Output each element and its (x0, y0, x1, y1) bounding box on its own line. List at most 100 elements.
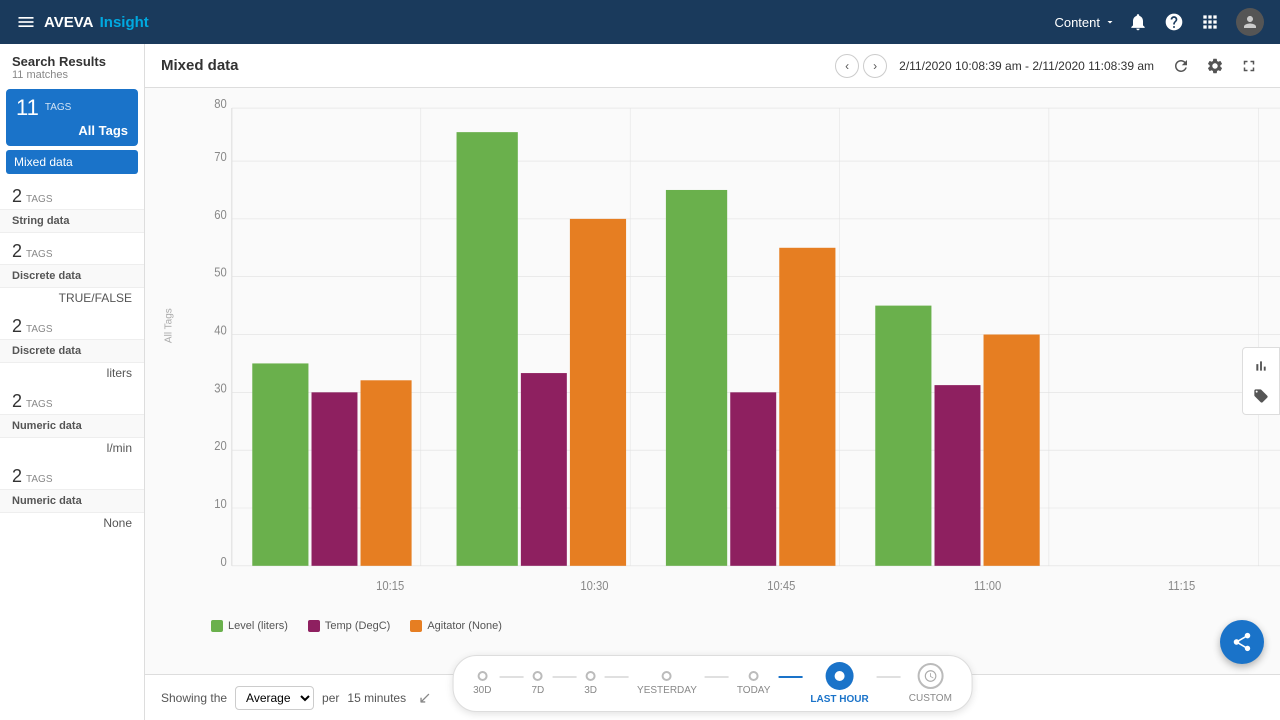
lmin-count: 2 (12, 391, 22, 412)
chart-area: All Tags 0 10 20 30 40 50 (145, 88, 1280, 674)
trs-last-hour-inner (835, 671, 845, 681)
bar-group3-orange (779, 248, 835, 566)
trs-yesterday[interactable]: YESTERDAY (629, 669, 705, 698)
legend-agitator: Agitator (None) (410, 620, 502, 632)
legend-temp: Temp (DegC) (308, 620, 390, 632)
trs-line-4 (705, 676, 729, 678)
sidebar-group-none: 2 TAGS Numeric data None (0, 462, 144, 533)
bar-group3-red (730, 392, 776, 565)
refresh-button[interactable] (1166, 51, 1196, 81)
main-layout: Search Results 11 matches 11 TAGS All Ta… (0, 44, 1280, 720)
grid-icon[interactable] (1200, 12, 1220, 32)
trs-line-6 (877, 676, 901, 678)
legend-temp-label: Temp (DegC) (325, 620, 390, 632)
page-title: Mixed data (161, 57, 239, 74)
none-count: 2 (12, 466, 22, 487)
svg-text:11:00: 11:00 (974, 578, 1001, 593)
legend-temp-color (308, 620, 320, 632)
trs-line-3 (605, 676, 629, 678)
trs-custom[interactable]: CUSTOM (901, 661, 960, 706)
none-group-header: 2 TAGS (0, 462, 144, 489)
trs-today[interactable]: TODAY (729, 669, 779, 698)
svg-text:10:45: 10:45 (767, 578, 795, 593)
trs-7d[interactable]: 7D (523, 669, 552, 698)
bar-group3-green (666, 190, 727, 566)
bar-group2-green (457, 132, 518, 566)
brand-name: AVEVA Insight (44, 14, 149, 31)
none-tag-label: TAGS (26, 474, 52, 485)
sidebar: Search Results 11 matches 11 TAGS All Ta… (0, 44, 145, 720)
mixed-data-item[interactable]: Mixed data (6, 150, 138, 174)
all-tags-block[interactable]: 11 TAGS All Tags (6, 89, 138, 146)
settings-icon (1206, 57, 1224, 75)
svg-text:70: 70 (214, 149, 227, 164)
sidebar-group-liters: 2 TAGS Discrete data liters (0, 312, 144, 383)
legend-level-label: Level (liters) (228, 620, 288, 632)
svg-text:30: 30 (214, 380, 227, 395)
trs-custom-label: CUSTOM (909, 693, 952, 704)
bar-group4-green (875, 306, 931, 566)
showing-label: Showing the (161, 691, 227, 705)
trs-last-hour-dot (826, 662, 854, 690)
trs-line-5 (778, 676, 802, 678)
svg-text:10:15: 10:15 (376, 578, 404, 593)
help-icon[interactable] (1164, 12, 1184, 32)
lmin-tag-label: TAGS (26, 399, 52, 410)
truefalse-group-header: 2 TAGS (0, 237, 144, 264)
sidebar-search-title: Search Results (12, 54, 132, 69)
bar-group4-red (935, 385, 981, 566)
time-forward-button[interactable]: › (863, 54, 887, 78)
sidebar-header: Search Results 11 matches (0, 44, 144, 85)
svg-text:11:15: 11:15 (1168, 578, 1195, 593)
truefalse-item[interactable]: TRUE/FALSE (0, 288, 144, 308)
menu-icon[interactable] (16, 12, 36, 32)
lmin-group-header: 2 TAGS (0, 387, 144, 414)
expand-icon (1240, 57, 1258, 75)
avatar[interactable] (1236, 8, 1264, 36)
bar-group2-orange (570, 219, 626, 566)
brand-logo: AVEVA Insight (16, 12, 1042, 32)
main-content: Mixed data ‹ › 2/11/2020 10:08:39 am - 2… (145, 44, 1280, 720)
tag-icon (1253, 388, 1269, 404)
toolbar: ‹ › 2/11/2020 10:08:39 am - 2/11/2020 11… (835, 51, 1264, 81)
trs-line-2 (552, 676, 576, 678)
legend-level-color (211, 620, 223, 632)
svg-text:80: 80 (214, 96, 227, 111)
top-navigation: AVEVA Insight Content (0, 0, 1280, 44)
y-axis-label: All Tags (164, 308, 175, 343)
trs-7d-label: 7D (531, 685, 544, 696)
trs-last-hour[interactable]: LAST HOUR (802, 660, 876, 707)
chart-container: All Tags 0 10 20 30 40 50 (191, 96, 1280, 614)
sidebar-group-string: 2 TAGS String data (0, 182, 144, 233)
content-header-left: Mixed data (161, 57, 239, 74)
nav-icons (1128, 8, 1264, 36)
sidebar-matches: 11 matches (12, 69, 132, 81)
time-back-button[interactable]: ‹ (835, 54, 859, 78)
chart-type-button[interactable] (1247, 352, 1275, 380)
minutes-label: 15 minutes (347, 691, 406, 705)
bottom-bar: Showing the Average per 15 minutes ↙ 30D… (145, 674, 1280, 720)
trs-3d[interactable]: 3D (576, 669, 605, 698)
trs-last-hour-label: LAST HOUR (810, 694, 868, 705)
liters-group-header: 2 TAGS (0, 312, 144, 339)
trs-3d-label: 3D (584, 685, 597, 696)
settings-button[interactable] (1200, 51, 1230, 81)
content-dropdown[interactable]: Content (1054, 15, 1116, 30)
expand-button[interactable] (1234, 51, 1264, 81)
none-item[interactable]: None (0, 513, 144, 533)
share-fab[interactable] (1220, 620, 1264, 664)
trs-30d[interactable]: 30D (465, 669, 499, 698)
all-tags-count: 11 TAGS (16, 97, 128, 119)
svg-text:40: 40 (214, 323, 227, 338)
chart-legend: Level (liters) Temp (DegC) Agitator (Non… (161, 614, 1264, 634)
liters-item[interactable]: liters (0, 363, 144, 383)
numeric-data-header-2: Numeric data (0, 489, 144, 513)
average-select[interactable]: Average (235, 686, 314, 710)
clock-icon (923, 669, 937, 683)
legend-agitator-label: Agitator (None) (427, 620, 502, 632)
bell-icon[interactable] (1128, 12, 1148, 32)
numeric-data-header-1: Numeric data (0, 414, 144, 438)
discrete-data-header-1: Discrete data (0, 264, 144, 288)
tag-button[interactable] (1247, 382, 1275, 410)
lmin-item[interactable]: l/min (0, 438, 144, 458)
